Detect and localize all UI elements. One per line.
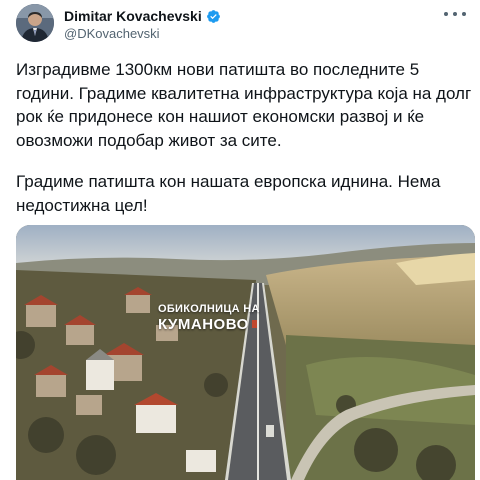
author-handle[interactable]: @DKovachevski: [64, 26, 160, 41]
author-name[interactable]: Dimitar Kovachevski: [64, 8, 202, 24]
tweet-paragraph-2: Градиме патишта кон нашата европска идни…: [16, 172, 446, 215]
more-options-button[interactable]: [444, 6, 466, 22]
tweet-text: Изградивме 1300км нови патишта во послед…: [16, 58, 472, 217]
more-dot-icon: [462, 12, 466, 16]
more-dot-icon: [453, 12, 457, 16]
tweet: Dimitar Kovachevski @DKovachevski Изград…: [0, 0, 480, 480]
tweet-paragraph-1: Изградивме 1300км нови патишта во послед…: [16, 60, 476, 150]
aerial-road-image: [16, 225, 475, 480]
more-dot-icon: [444, 12, 448, 16]
tweet-media-video[interactable]: ОБИКОЛНИЦА НА КУМАНОВО: [16, 225, 475, 480]
author-name-row: Dimitar Kovachevski: [64, 8, 221, 24]
profile-photo-icon: [16, 4, 54, 42]
avatar[interactable]: [16, 4, 54, 42]
verified-badge-icon: [206, 9, 220, 23]
